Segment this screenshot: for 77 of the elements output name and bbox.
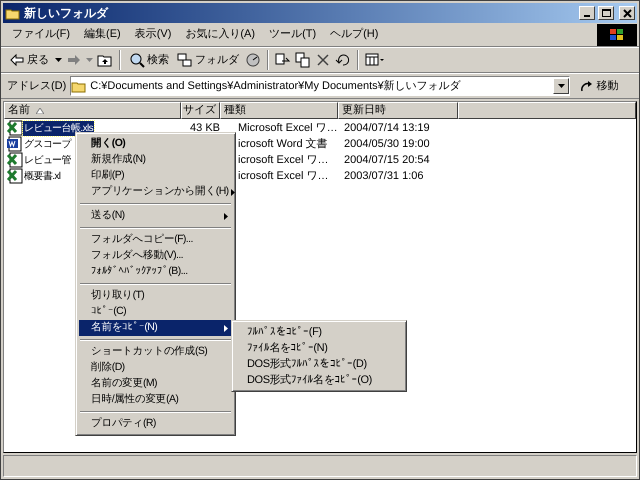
spreadsheet-icon — [7, 152, 23, 168]
submenu-arrow-icon — [230, 188, 235, 196]
address-label: アドレス(D) — [7, 78, 66, 94]
spreadsheet-icon — [7, 168, 23, 184]
views-icon[interactable] — [365, 52, 385, 68]
go-button[interactable]: 移動 — [580, 75, 618, 97]
search-icon — [129, 52, 145, 68]
menu-item[interactable]: ファイル(F) — [5, 24, 78, 45]
column-header[interactable]: サイズ — [181, 102, 220, 119]
menu-item[interactable]: ﾌｫﾙﾀﾞﾍﾊﾞｯｸｱｯﾌﾟ(B)... — [79, 264, 232, 280]
file-date: 2004/05/30 19:00 — [343, 136, 431, 152]
menu-item[interactable]: 名前をｺﾋﾟｰ(N) — [79, 320, 232, 336]
back-arrow-icon — [9, 52, 25, 68]
address-field[interactable]: C:¥Documents and Settings¥Administrator¥My Documents¥新しいフォルダ — [70, 76, 570, 96]
menu-item[interactable]: お気に入り(A) — [178, 24, 262, 45]
folders-icon — [177, 52, 193, 68]
delete-icon[interactable] — [315, 52, 331, 68]
file-size: 43 KB — [189, 120, 220, 136]
file-name[interactable]: レビュー台帳.xls — [23, 120, 94, 136]
file-date: 2003/07/31 1:06 — [343, 168, 425, 184]
menu-item[interactable]: アプリケーションから開く(H) — [79, 184, 232, 200]
column-header[interactable]: 更新日時 — [338, 102, 458, 119]
menu-item[interactable]: ｺﾋﾟｰ(C) — [79, 304, 232, 320]
submenu-arrow-icon — [224, 324, 228, 332]
menu-item[interactable]: 日時/属性の変更(A) — [79, 392, 232, 408]
menu-item[interactable]: ヘルプ(H) — [323, 24, 386, 45]
file-type: icrosoft Word 文書 — [237, 136, 329, 152]
menu-item[interactable]: ﾌｧｲﾙ名をｺﾋﾟｰ(N) — [235, 340, 403, 356]
logo-icon — [597, 24, 637, 46]
dropdown-arrow-icon[interactable] — [55, 58, 62, 62]
menu-item[interactable]: 開く(O) — [79, 136, 232, 152]
file-name[interactable]: レビュー管 — [23, 152, 72, 168]
menu-item[interactable]: プロパティ(R) — [79, 416, 232, 432]
file-date: 2004/07/14 13:19 — [343, 120, 431, 136]
close-icon — [622, 8, 632, 18]
close-button[interactable] — [619, 6, 635, 20]
file-type: icrosoft Excel ワ… — [237, 152, 330, 168]
menu-item[interactable]: ツール(T) — [262, 24, 324, 45]
folders-button[interactable]: フォルダ — [175, 49, 241, 71]
back-button[interactable]: 戻る — [7, 49, 51, 71]
maximize-button[interactable] — [598, 6, 614, 20]
search-button[interactable]: 検索 — [127, 49, 171, 71]
undo-icon[interactable] — [335, 52, 351, 68]
window-title: 新しいフォルダ — [24, 5, 110, 22]
column-header[interactable]: 名前 — [4, 102, 181, 119]
menu-item[interactable]: ショートカットの作成(S) — [79, 344, 232, 360]
submenu-arrow-icon — [224, 212, 228, 220]
file-type: icrosoft Excel ワ… — [237, 168, 330, 184]
menu-item[interactable]: 新規作成(N) — [79, 152, 232, 168]
menu-item[interactable]: 編集(E) — [77, 24, 128, 45]
clock-icon[interactable] — [245, 52, 261, 68]
go-arrow-icon — [580, 79, 594, 93]
menu-item[interactable]: 名前の変更(M) — [79, 376, 232, 392]
file-type: Microsoft Excel ワ… — [237, 120, 338, 136]
file-name[interactable]: グスコープ — [23, 136, 72, 152]
column-header[interactable]: 種類 — [220, 102, 338, 119]
sort-ascending-icon — [36, 108, 44, 114]
menu-item[interactable]: フォルダへコピー(F)... — [79, 232, 232, 248]
menu-item[interactable]: 切り取り(T) — [79, 288, 232, 304]
menu-item[interactable]: フォルダへ移動(V)... — [79, 248, 232, 264]
menu-item[interactable]: 削除(D) — [79, 360, 232, 376]
word-document-icon — [7, 136, 23, 152]
maximize-icon — [602, 9, 610, 17]
minimize-icon — [584, 15, 590, 17]
menu-item[interactable]: 印刷(P) — [79, 168, 232, 184]
menu-item[interactable]: 送る(N) — [79, 208, 232, 224]
menu-item[interactable]: DOS形式ﾌﾙﾊﾟｽをｺﾋﾟｰ(D) — [235, 356, 403, 372]
caret-icon — [558, 84, 565, 88]
file-date: 2004/07/15 20:54 — [343, 152, 431, 168]
menu-item[interactable]: DOS形式ﾌｧｲﾙ名をｺﾋﾟｰ(O) — [235, 372, 403, 388]
copy-to-icon[interactable] — [295, 52, 311, 68]
spreadsheet-icon — [7, 120, 23, 136]
dropdown-button[interactable] — [553, 78, 570, 94]
file-name[interactable]: 概要書.xl — [23, 168, 62, 184]
menu-item[interactable]: 表示(V) — [128, 24, 178, 45]
minimize-button[interactable] — [579, 6, 595, 20]
menu-item[interactable]: ﾌﾙﾊﾟｽをｺﾋﾟｰ(F) — [235, 324, 403, 340]
